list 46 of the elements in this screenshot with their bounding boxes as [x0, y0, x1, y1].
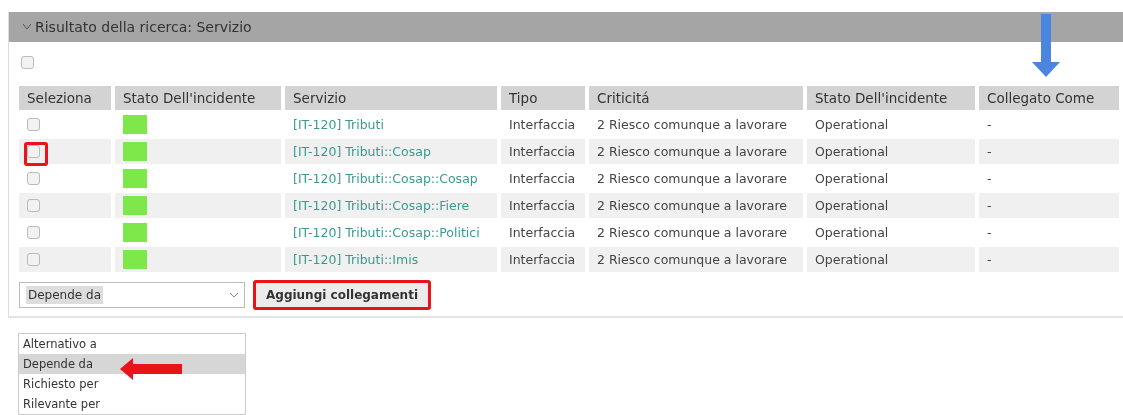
- linked-as-text: -: [987, 144, 992, 159]
- linked-as-text: -: [987, 198, 992, 213]
- criticality-text: 2 Riesco comunque a lavorare: [597, 198, 787, 213]
- service-link[interactable]: [IT-120] Tributi: [293, 117, 384, 132]
- panel-title: Risultato della ricerca: Servizio: [35, 19, 252, 35]
- link-type-dropdown[interactable]: Depende da: [19, 282, 245, 308]
- criticality-text: 2 Riesco comunque a lavorare: [597, 225, 787, 240]
- linked-as-text: -: [987, 252, 992, 267]
- column-header: Collegato Come: [979, 86, 1119, 110]
- type-text: Interfaccia: [509, 171, 576, 186]
- row-checkbox[interactable]: [27, 118, 40, 131]
- column-header: Seleziona: [19, 86, 111, 110]
- status-text: Operational: [815, 198, 889, 213]
- service-link[interactable]: [IT-120] Tributi::Cosap::Politici: [293, 225, 480, 240]
- column-header: Criticitá: [589, 86, 803, 110]
- column-header: Stato Dell'incidente: [115, 86, 281, 110]
- criticality-text: 2 Riesco comunque a lavorare: [597, 252, 787, 267]
- chevron-down-icon: [230, 292, 238, 298]
- type-text: Interfaccia: [509, 198, 576, 213]
- row-checkbox[interactable]: [27, 172, 40, 185]
- row-checkbox[interactable]: [27, 253, 40, 266]
- status-text: Operational: [815, 144, 889, 159]
- row-checkbox[interactable]: [27, 226, 40, 239]
- status-text: Operational: [815, 225, 889, 240]
- service-link[interactable]: [IT-120] Tributi::Cosap::Cosap: [293, 171, 478, 186]
- criticality-text: 2 Riesco comunque a lavorare: [597, 144, 787, 159]
- column-header: Servizio: [285, 86, 497, 110]
- add-links-button[interactable]: Aggiungi collegamenti: [253, 280, 431, 310]
- linked-as-text: -: [987, 225, 992, 240]
- row-checkbox[interactable]: [27, 145, 40, 158]
- row-checkbox[interactable]: [27, 199, 40, 212]
- status-text: Operational: [815, 117, 889, 132]
- panel-header[interactable]: Risultato della ricerca: Servizio: [9, 12, 1123, 42]
- criticality-text: 2 Riesco comunque a lavorare: [597, 171, 787, 186]
- linked-as-text: -: [987, 117, 992, 132]
- status-text: Operational: [815, 252, 889, 267]
- type-text: Interfaccia: [509, 117, 576, 132]
- criticality-text: 2 Riesco comunque a lavorare: [597, 117, 787, 132]
- linked-as-text: -: [987, 171, 992, 186]
- status-text: Operational: [815, 171, 889, 186]
- type-text: Interfaccia: [509, 252, 576, 267]
- column-header: Tipo: [501, 86, 585, 110]
- type-text: Interfaccia: [509, 144, 576, 159]
- select-all-checkbox[interactable]: [21, 56, 34, 69]
- type-text: Interfaccia: [509, 225, 576, 240]
- column-header: Stato Dell'incidente: [807, 86, 975, 110]
